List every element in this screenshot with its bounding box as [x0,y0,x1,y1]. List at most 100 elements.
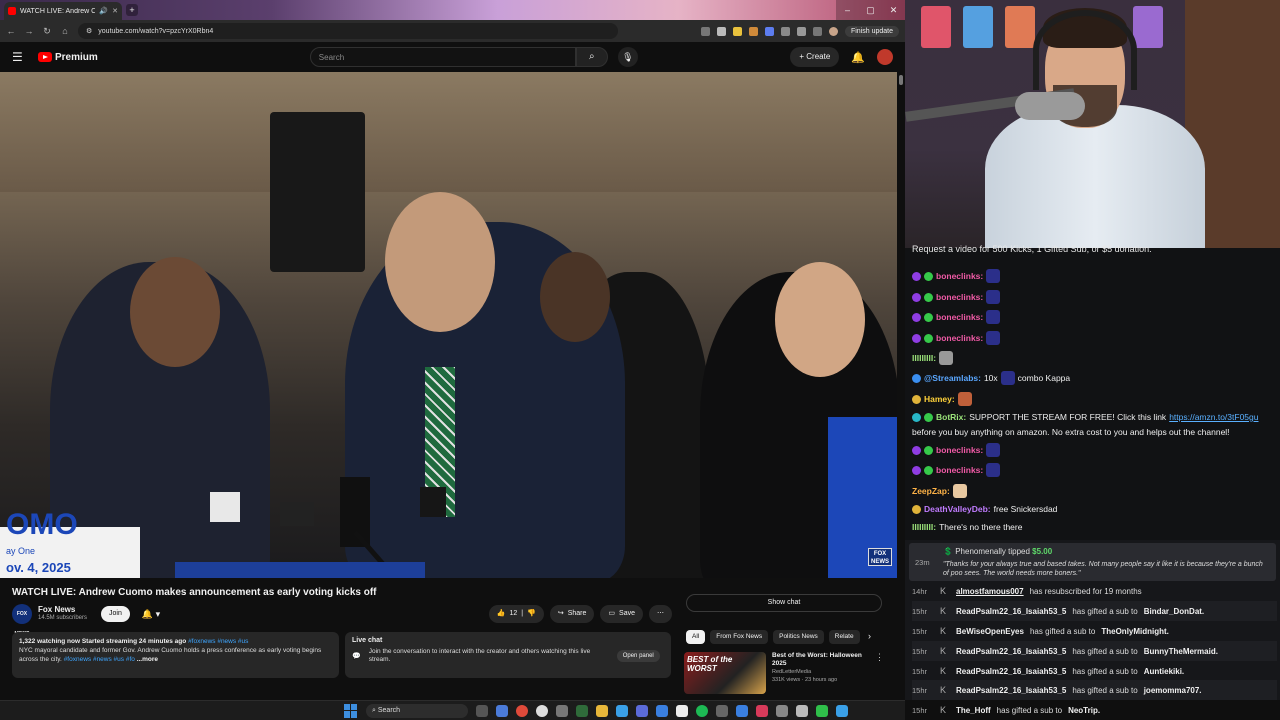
show-chat-button[interactable]: Show chat [686,594,882,612]
app-icon[interactable] [716,704,728,717]
maximize-icon[interactable]: ▢ [859,0,882,20]
recommended-title[interactable]: Best of the Worst: Halloween 2025 [772,652,869,668]
app-icon[interactable] [556,704,568,717]
event-user[interactable]: almostfamous007 [956,587,1024,596]
search-button[interactable]: ⌕ [575,47,608,67]
address-bar[interactable]: ⚙ youtube.com/watch?v=pzcYrX0Rbn4 [78,23,618,39]
thumbs-down-icon[interactable]: 👎 [527,605,536,623]
chat-username[interactable]: boneclinks: [936,311,983,323]
channel-avatar[interactable]: FOX NEWS [12,604,32,637]
chat-username[interactable]: boneclinks: [936,332,983,344]
chat-username[interactable]: @Streamlabs: [924,372,981,384]
subscription-bell-icon[interactable]: 🔔 ▾ [142,609,160,620]
description-box[interactable]: 1,322 watching now Started streaming 24 … [12,632,339,678]
video-player[interactable] [0,72,897,578]
recommended-thumbnail[interactable]: BEST of the WORST [684,652,766,694]
chat-username[interactable]: IIIIIIIII: [912,352,936,364]
event-user[interactable]: BeWiseOpenEyes [956,627,1024,636]
app-icon[interactable] [676,704,688,717]
event-target[interactable]: joemomma707. [1144,686,1202,695]
more-vert-icon[interactable]: ⋮ [875,652,884,696]
chat-username[interactable]: boneclinks: [936,270,983,282]
profile-avatar-icon[interactable] [828,26,838,36]
menu-icon[interactable]: ☰ [12,50,24,64]
extension-icon[interactable] [780,26,790,36]
event-target[interactable]: Auntiekiki. [1144,667,1184,676]
chip-all[interactable]: All [686,630,706,644]
chat-username[interactable]: boneclinks: [936,444,983,456]
tab-audio-icon[interactable]: 🔊 [99,7,108,15]
more-actions-button[interactable]: ⋯ [649,605,672,623]
site-info-icon[interactable]: ⚙ [86,27,92,35]
microphone-icon[interactable]: 🎙 [617,47,638,67]
channel-name[interactable]: Fox News [38,605,87,614]
app-icon[interactable] [496,704,508,717]
app-icon[interactable] [756,704,768,717]
tab-close-icon[interactable]: ✕ [112,7,118,15]
app-icon[interactable] [636,704,648,717]
open-panel-button[interactable]: Open panel [616,650,660,662]
notifications-bell-icon[interactable]: 🔔 [851,51,865,64]
recommended-channel[interactable]: RedLetterMedia [772,668,869,676]
youtube-logo[interactable]: Premium [38,52,98,63]
scrollbar-thumb[interactable] [899,75,903,85]
extension-icon[interactable] [764,26,774,36]
chevron-right-icon[interactable]: › [868,631,871,641]
chat-link[interactable]: https://amzn.to/3tF05gu [1169,411,1258,423]
chip-related[interactable]: Relate [828,630,860,644]
windows-start-icon[interactable] [344,703,358,718]
close-window-icon[interactable]: ✕ [882,0,905,20]
minimize-icon[interactable]: – [836,0,859,20]
event-target[interactable]: TheOnlyMidnight. [1101,627,1169,636]
create-button[interactable]: + Create [790,47,840,67]
user-avatar[interactable] [877,49,893,65]
taskbar-search[interactable]: ⌕ Search [366,703,468,718]
new-tab-button[interactable]: + [126,4,138,16]
chip-from-fox-news[interactable]: From Fox News [710,630,769,644]
file-explorer-icon[interactable] [596,704,608,717]
event-target[interactable]: Bindar_DonDat. [1144,607,1204,616]
app-icon[interactable] [736,704,748,717]
search-input[interactable] [309,47,576,67]
join-button[interactable]: Join [101,606,130,622]
home-icon[interactable]: ⌂ [60,26,70,36]
like-button[interactable]: 👍 12 | 👎 [488,605,544,623]
puzzle-icon[interactable] [796,26,806,36]
chat-username[interactable]: BotRix: [936,411,966,423]
back-icon[interactable]: ← [6,26,16,36]
description-tags[interactable]: #foxnews #news #us #fo [64,656,135,663]
app-icon[interactable] [776,704,788,717]
share-button[interactable]: ↪ Share [549,605,595,623]
chat-username[interactable]: boneclinks: [936,464,983,476]
app-icon[interactable] [576,704,588,717]
event-user[interactable]: The_Hoff [956,706,991,715]
app-icon[interactable] [816,704,828,717]
chat-username[interactable]: IIIIIIIII: [912,521,936,533]
event-user[interactable]: ReadPsalm22_16_Isaiah53_5 [956,607,1066,616]
extension-icon[interactable] [732,26,742,36]
recommended-video[interactable]: BEST of the WORST Best of the Worst: Hal… [684,652,884,696]
event-user[interactable]: ReadPsalm22_16_Isaiah53_5 [956,686,1066,695]
cast-icon[interactable] [700,26,710,36]
description-tags[interactable]: #foxnews #news #us [188,638,248,645]
chrome-icon[interactable] [516,704,528,717]
forward-icon[interactable]: → [24,26,34,36]
app-icon[interactable] [656,704,668,717]
app-icon[interactable] [836,704,848,717]
sidebar-icon[interactable] [812,26,822,36]
task-view-icon[interactable] [476,704,488,717]
chat-username[interactable]: ZeepZap: [912,485,950,497]
page-scrollbar[interactable] [897,72,905,700]
chat-username[interactable]: boneclinks: [936,291,983,303]
app-icon[interactable] [796,704,808,717]
star-icon[interactable] [716,26,726,36]
chat-username[interactable]: Hamey: [924,393,955,405]
extension-icon[interactable] [748,26,758,36]
event-target[interactable]: BunnyTheMermaid. [1144,647,1218,656]
finish-update-button[interactable]: Finish update [844,25,899,37]
event-user[interactable]: ReadPsalm22_16_Isaiah53_5 [956,647,1066,656]
browser-tab-active[interactable]: WATCH LIVE: Andrew Cuomo 🔊 ✕ [4,2,122,20]
reload-icon[interactable]: ↻ [42,26,52,37]
app-icon[interactable] [616,704,628,717]
spotify-icon[interactable] [696,704,708,717]
